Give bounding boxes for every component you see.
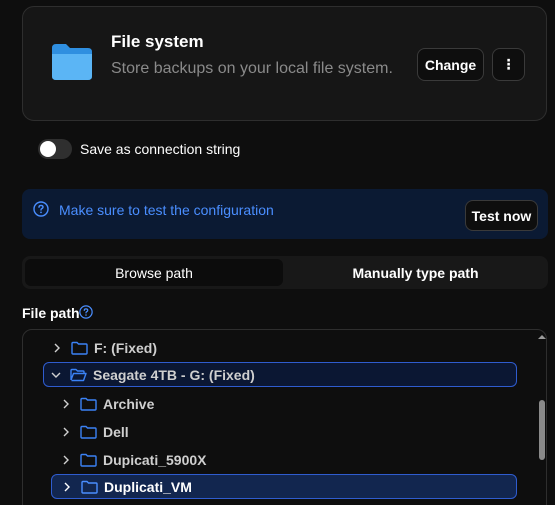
tree-scrollbar[interactable]: [535, 330, 549, 505]
tree-item[interactable]: Archive: [60, 391, 154, 416]
help-circle-icon: [33, 201, 49, 217]
folder-icon: [80, 425, 97, 439]
folder-open-icon: [70, 368, 87, 381]
tree-item-label: Duplicati_VM: [104, 478, 192, 495]
folder-icon: [80, 397, 97, 411]
folder-icon: [80, 453, 97, 467]
change-button[interactable]: Change: [417, 48, 484, 81]
chevron-right-icon[interactable]: [60, 426, 72, 438]
tab-browse-path[interactable]: Browse path: [25, 259, 283, 286]
tab-manual-path[interactable]: Manually type path: [286, 259, 545, 286]
tree-item[interactable]: Seagate 4TB - G: (Fixed): [43, 362, 517, 387]
scroll-up-arrow-icon[interactable]: [535, 332, 549, 342]
tree-item[interactable]: F: (Fixed): [51, 335, 157, 360]
connection-string-label: Save as connection string: [80, 141, 241, 157]
connection-string-toggle[interactable]: [38, 139, 72, 159]
file-path-label: File path: [22, 305, 80, 321]
path-mode-tabs: Browse path Manually type path: [22, 256, 548, 289]
tree-item-label: Seagate 4TB - G: (Fixed): [93, 366, 255, 383]
folder-icon: [81, 480, 98, 494]
chevron-down-icon[interactable]: [50, 369, 62, 381]
tree-item[interactable]: Dupicati_5900X: [60, 447, 207, 472]
chevron-right-icon[interactable]: [61, 481, 73, 493]
tree-item-label: F: (Fixed): [94, 339, 157, 356]
tree-item-label: Dell: [103, 423, 129, 440]
more-options-button[interactable]: ⋮: [492, 48, 525, 81]
scrollbar-thumb[interactable]: [539, 400, 545, 460]
tree-item-label: Archive: [103, 395, 155, 412]
folder-icon: [52, 44, 92, 80]
info-message: Make sure to test the configuration: [59, 202, 274, 218]
destination-description: Store backups on your local file system.: [111, 60, 393, 77]
chevron-right-icon[interactable]: [60, 398, 72, 410]
more-vertical-icon: ⋮: [501, 56, 516, 72]
destination-card: File system Store backups on your local …: [22, 6, 547, 121]
test-now-button[interactable]: Test now: [465, 200, 538, 231]
folder-tree[interactable]: F: (Fixed) Seagate 4TB - G: (Fixed) Arch…: [22, 329, 547, 505]
info-banner: Make sure to test the configuration Test…: [22, 189, 548, 239]
destination-title: File system: [111, 32, 204, 51]
tree-item-label: Dupicati_5900X: [103, 451, 207, 468]
tree-item[interactable]: Dell: [60, 419, 129, 444]
chevron-right-icon[interactable]: [60, 454, 72, 466]
folder-icon: [71, 341, 88, 355]
help-circle-icon[interactable]: [79, 305, 93, 319]
chevron-right-icon[interactable]: [51, 342, 63, 354]
tree-item-selected[interactable]: Duplicati_VM: [51, 474, 517, 499]
toggle-knob: [40, 141, 56, 157]
